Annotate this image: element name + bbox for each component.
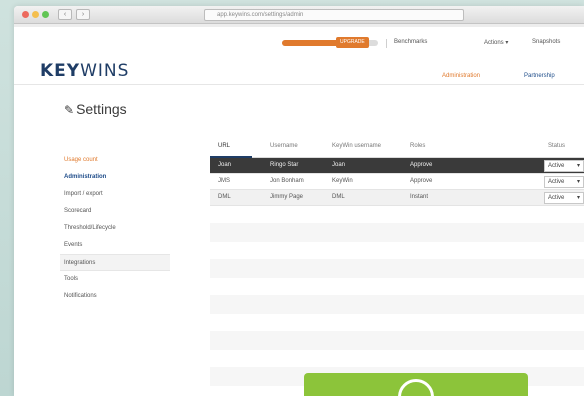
- empty-table-row: [210, 332, 584, 350]
- empty-table-row: [210, 350, 584, 368]
- logo-thin-part: WINS: [80, 61, 130, 81]
- page-title: ✎ Settings: [64, 101, 127, 117]
- status-value: Active: [548, 179, 565, 185]
- settings-sidebar: Usage count Administration Import / expo…: [60, 152, 170, 305]
- cell-roles: Approve: [410, 178, 433, 184]
- cell-username: Jimmy Page: [270, 194, 304, 200]
- maximize-window-button[interactable]: [42, 11, 49, 18]
- sidebar-item-administration[interactable]: Administration: [60, 169, 170, 186]
- sidebar-item-import-export[interactable]: Import / export: [60, 186, 170, 203]
- page-title-text: Settings: [76, 101, 127, 117]
- cell-keywin-username: DML: [332, 194, 345, 200]
- usage-progress-fill: [282, 40, 342, 46]
- column-header-username[interactable]: Username: [270, 143, 298, 149]
- chevron-down-icon: ▾: [576, 195, 580, 201]
- column-header-status[interactable]: Status: [548, 143, 565, 149]
- cell-keywin-username: Joan: [332, 162, 346, 168]
- empty-table-row: [210, 278, 584, 296]
- table-header: URL Username KeyWin username Roles Statu…: [210, 136, 584, 158]
- empty-table-row: [210, 206, 584, 224]
- status-dropdown[interactable]: Active ▾: [544, 176, 584, 188]
- empty-table-row: [210, 296, 584, 314]
- empty-table-row: [210, 314, 584, 332]
- cell-roles: Instant: [410, 194, 429, 200]
- header-link-benchmarks[interactable]: Benchmarks: [394, 39, 427, 45]
- green-promo-card[interactable]: [304, 373, 528, 396]
- empty-table-row: [210, 224, 584, 242]
- sidebar-item-scorecard[interactable]: Scorecard: [60, 203, 170, 220]
- empty-table-row: [210, 260, 584, 278]
- sidebar-item-usage-count[interactable]: Usage count: [60, 152, 170, 169]
- header-divider: [14, 84, 584, 85]
- chevron-down-icon: ▾: [576, 163, 580, 169]
- sidebar-item-tools[interactable]: Tools: [60, 271, 170, 288]
- wrench-icon: ✎: [64, 103, 75, 117]
- header-link-snapshots[interactable]: Snapshots: [532, 39, 560, 45]
- column-header-url[interactable]: URL: [218, 143, 230, 149]
- table-row[interactable]: JMS Jon Bonham KeyWin Approve Active ▾: [210, 174, 584, 190]
- empty-table-row: [210, 242, 584, 260]
- close-window-button[interactable]: [22, 11, 29, 18]
- logo-bold-part: KEY: [40, 61, 81, 81]
- sidebar-item-events[interactable]: Events: [60, 237, 170, 254]
- table-row[interactable]: DML Jimmy Page DML Instant Active ▾: [210, 190, 584, 206]
- keywins-logo[interactable]: KEYWINS: [40, 61, 129, 81]
- url-bar[interactable]: app.keywins.com/settings/admin: [204, 9, 464, 21]
- cell-url: DML: [218, 194, 231, 200]
- header-link-actions[interactable]: Actions ▾: [484, 39, 508, 46]
- status-value: Active: [548, 195, 565, 201]
- status-dropdown[interactable]: Active ▾: [544, 160, 584, 172]
- column-header-roles[interactable]: Roles: [410, 143, 425, 149]
- subnav-partnership[interactable]: Partnership: [524, 73, 555, 79]
- users-table: URL Username KeyWin username Roles Statu…: [210, 136, 584, 396]
- sidebar-item-threshold-lifecycle[interactable]: Threshold/Lifecycle: [60, 220, 170, 237]
- toolbar-divider: [14, 24, 584, 27]
- forward-button[interactable]: ›: [76, 9, 90, 20]
- browser-window: ‹ › app.keywins.com/settings/admin UPGRA…: [14, 6, 584, 396]
- circle-icon: [398, 379, 434, 396]
- back-button[interactable]: ‹: [58, 9, 72, 20]
- status-value: Active: [548, 163, 565, 169]
- cell-username: Ringo Star: [270, 162, 299, 168]
- chevron-down-icon: ▾: [576, 179, 580, 185]
- table-row[interactable]: Joan Ringo Star Joan Approve Active ▾: [210, 158, 584, 174]
- status-dropdown[interactable]: Active ▾: [544, 192, 584, 204]
- subnav-administration[interactable]: Administration: [442, 73, 480, 79]
- minimize-window-button[interactable]: [32, 11, 39, 18]
- cell-username: Jon Bonham: [270, 178, 304, 184]
- sidebar-item-notifications[interactable]: Notifications: [60, 288, 170, 305]
- cell-url: JMS: [218, 178, 230, 184]
- cell-url: Joan: [218, 162, 232, 168]
- browser-titlebar: ‹ › app.keywins.com/settings/admin: [14, 6, 584, 24]
- upgrade-badge[interactable]: UPGRADE: [336, 37, 369, 48]
- column-header-keywin-username[interactable]: KeyWin username: [332, 143, 381, 149]
- header-separator: [386, 39, 387, 48]
- cell-keywin-username: KeyWin: [332, 178, 353, 184]
- cell-roles: Approve: [410, 162, 433, 168]
- sidebar-item-integrations[interactable]: Integrations: [60, 254, 170, 271]
